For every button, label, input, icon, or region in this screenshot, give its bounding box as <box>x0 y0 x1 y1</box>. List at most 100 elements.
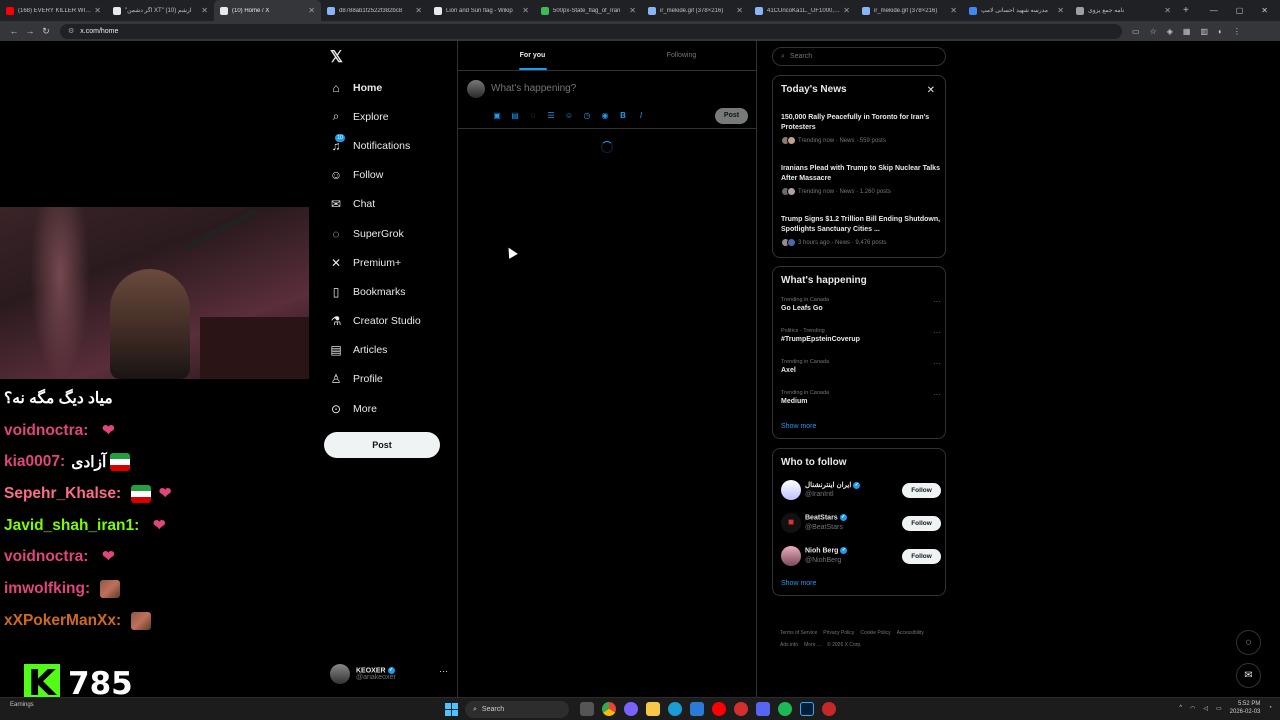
minimize-icon[interactable]: — <box>1210 6 1218 15</box>
follow-button[interactable]: Follow <box>902 483 941 498</box>
task-view-icon[interactable] <box>580 702 594 716</box>
image-icon[interactable]: ▣ <box>492 111 502 121</box>
news-item[interactable]: Trump Signs $1.2 Trillion Bill Ending Sh… <box>781 215 941 247</box>
nav-item-follow[interactable]: ☺ Follow <box>329 161 457 190</box>
schedule-icon[interactable]: ◷ <box>582 111 592 121</box>
grok-fab-icon[interactable]: ◌ <box>1236 630 1261 655</box>
browser-tab[interactable]: Lion and Sun flag - Wikip ✕ <box>428 0 535 21</box>
browser-tab[interactable]: مدرسه شهید احسانی لامپ ✕ <box>963 0 1070 21</box>
trend-item[interactable]: Trending in Canada Axel ··· <box>781 359 941 374</box>
composer-post-button[interactable]: Post <box>715 108 748 124</box>
nav-item-notifications[interactable]: ♫ 10 Notifications <box>329 131 457 160</box>
trend-item[interactable]: Politics · Trending #TrumpEpsteinCoverup ·… <box>781 328 941 343</box>
widgets-label[interactable]: Earnings <box>10 702 34 708</box>
close-tab-icon[interactable]: ✕ <box>629 6 636 15</box>
nav-item-supergrok[interactable]: ◌ SuperGrok <box>329 219 457 248</box>
maximize-icon[interactable]: ▢ <box>1236 6 1244 15</box>
messages-fab-icon[interactable]: ✉ <box>1236 663 1261 688</box>
follow-suggestion[interactable]: ایران اینترنشنال ✓ @IranIntl Follow <box>781 478 941 502</box>
battery-icon[interactable]: ▭ <box>1216 705 1222 712</box>
news-item[interactable]: 150,000 Rally Peacefully in Toronto for … <box>781 113 941 145</box>
close-tab-icon[interactable]: ✕ <box>950 6 957 15</box>
nav-item-chat[interactable]: ✉ Chat <box>329 190 457 219</box>
location-icon[interactable]: ◉ <box>600 111 610 121</box>
nav-item-articles[interactable]: ▤ Articles <box>329 336 457 365</box>
search-input[interactable]: ⌕ Search <box>772 47 946 66</box>
app-icon[interactable] <box>690 702 704 716</box>
app-icon[interactable] <box>734 702 748 716</box>
youtube-icon[interactable] <box>712 702 726 716</box>
poll-icon[interactable]: ☰ <box>546 111 556 121</box>
nav-item-more[interactable]: ⊙ More <box>329 394 457 423</box>
account-switcher[interactable]: KEOXER ✓ @ariakeoxer ··· <box>330 663 450 685</box>
emoji-icon[interactable]: ☺ <box>564 111 574 121</box>
browser-tab[interactable]: 500px-State_flag_of_Iran ✕ <box>535 0 642 21</box>
close-window-icon[interactable]: ✕ <box>1261 6 1268 15</box>
file-explorer-icon[interactable] <box>646 702 660 716</box>
browser-tab[interactable]: d8788ab1f2522f382bc8 ✕ <box>321 0 428 21</box>
close-tab-icon[interactable]: ✕ <box>1164 6 1171 15</box>
wifi-icon[interactable]: ◠ <box>1190 705 1195 712</box>
start-icon[interactable] <box>445 703 458 716</box>
browser-tab[interactable]: (168) EVERY KILLER WINS ✕ <box>0 0 107 21</box>
photoshop-icon[interactable] <box>800 702 814 716</box>
app-icon[interactable] <box>822 702 836 716</box>
browser-tab[interactable]: "اگر دشمن XT" آرشم (10) ✕ <box>107 0 214 21</box>
footer-link[interactable]: Accessibility <box>897 630 924 636</box>
site-info-icon[interactable]: ⚙ <box>68 27 74 35</box>
nav-item-home[interactable]: ⌂ Home <box>329 73 457 102</box>
news-item[interactable]: Iranians Plead with Trump to Skip Nuclea… <box>781 164 941 196</box>
show-more-link[interactable]: Show more <box>781 580 816 587</box>
more-dots-icon[interactable]: ··· <box>439 666 448 676</box>
extensions-puzzle-icon[interactable]: ▦ <box>1183 27 1191 36</box>
composer-input[interactable]: What's happening? <box>491 83 576 94</box>
close-tab-icon[interactable]: ✕ <box>522 6 529 15</box>
post-button[interactable]: Post <box>324 432 440 458</box>
show-more-link[interactable]: Show more <box>781 423 816 430</box>
close-tab-icon[interactable]: ✕ <box>415 6 422 15</box>
follow-suggestion[interactable]: ■ BeatStars ✓ @BeatStars Follow <box>781 511 941 535</box>
tab-for-you[interactable]: For you <box>458 41 607 70</box>
forward-icon[interactable]: → <box>22 26 38 36</box>
url-bar[interactable]: ⚙ x.com/home <box>60 23 1122 39</box>
x-logo-icon[interactable]: 𝕏 <box>330 50 346 66</box>
app-icon[interactable] <box>624 702 638 716</box>
footer-link[interactable]: Terms of Service <box>780 630 817 636</box>
bold-icon[interactable]: B <box>618 111 628 121</box>
close-tab-icon[interactable]: ✕ <box>1057 6 1064 15</box>
more-dots-icon[interactable]: ··· <box>933 297 941 306</box>
nav-item-bookmarks[interactable]: ▯ Bookmarks <box>329 277 457 306</box>
browser-tab[interactable]: نامه جمع پزوی ✕ <box>1070 0 1177 21</box>
close-tab-icon[interactable]: ✕ <box>843 6 850 15</box>
close-tab-icon[interactable]: ✕ <box>736 6 743 15</box>
new-tab-icon[interactable]: + <box>1177 0 1197 21</box>
more-dots-icon[interactable]: ··· <box>933 359 941 368</box>
footer-link[interactable]: Ads info <box>780 642 798 648</box>
tab-following[interactable]: Following <box>607 41 756 70</box>
trend-item[interactable]: Trending in Canada Medium ··· <box>781 390 941 405</box>
more-dots-icon[interactable]: ··· <box>933 390 941 399</box>
spotify-icon[interactable] <box>778 702 792 716</box>
footer-link[interactable]: © 2026 X Corp. <box>827 642 862 648</box>
clock[interactable]: 5:52 PM 2026-02-03 <box>1230 700 1261 716</box>
footer-link[interactable]: More ... <box>804 642 821 648</box>
nav-item-profile[interactable]: ♙ Profile <box>329 365 457 394</box>
bookmark-star-icon[interactable]: ☆ <box>1150 27 1157 36</box>
follow-button[interactable]: Follow <box>902 549 941 564</box>
close-icon[interactable]: ✕ <box>927 85 935 96</box>
edge-icon[interactable] <box>668 702 682 716</box>
reload-icon[interactable]: ↻ <box>38 26 54 37</box>
grok-icon[interactable]: ◌ <box>528 111 538 121</box>
chrome-icon[interactable] <box>602 702 616 716</box>
menu-icon[interactable]: ⋮ <box>1233 27 1241 36</box>
taskbar-search[interactable]: ⌕ Search <box>465 701 569 718</box>
tray-chevron-icon[interactable]: ^ <box>1179 705 1182 711</box>
close-tab-icon[interactable]: ✕ <box>94 6 101 15</box>
follow-button[interactable]: Follow <box>902 516 941 531</box>
close-tab-icon[interactable]: ✕ <box>201 6 208 15</box>
nav-item-premium-[interactable]: ✕ Premium+ <box>329 248 457 277</box>
cast-icon[interactable]: ▭ <box>1132 27 1140 36</box>
volume-icon[interactable]: ◁ <box>1203 705 1208 712</box>
nav-item-creator-studio[interactable]: ⚗ Creator Studio <box>329 307 457 336</box>
sidebar-icon[interactable]: ▥ <box>1200 27 1208 36</box>
